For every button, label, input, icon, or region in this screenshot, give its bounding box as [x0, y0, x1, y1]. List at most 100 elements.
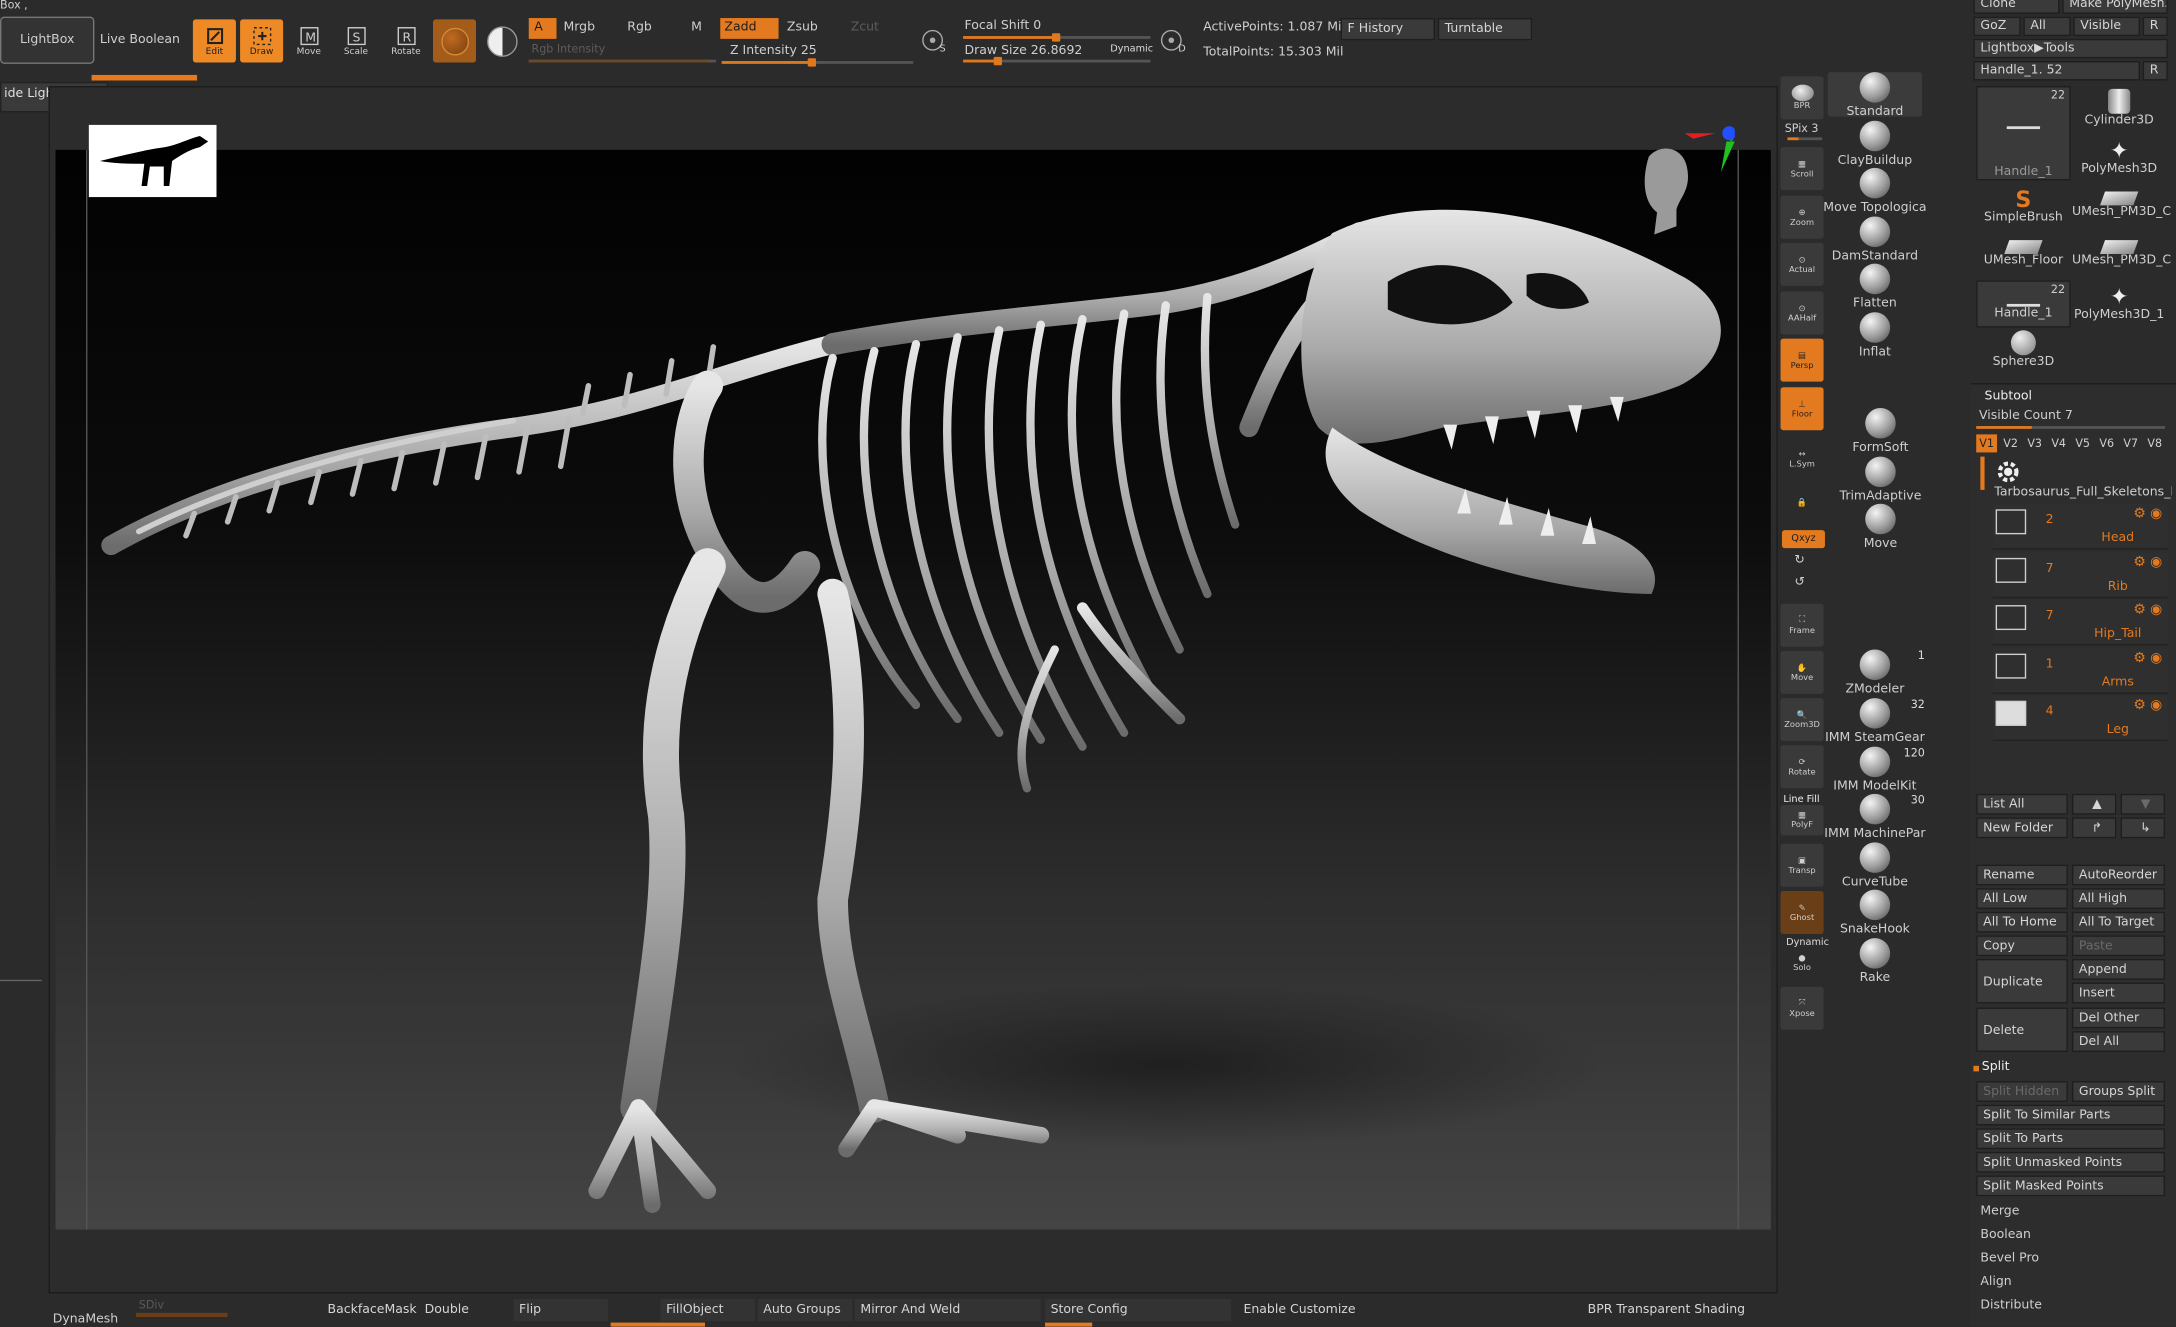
brush-claybuildup[interactable]: ClayBuildup [1819, 120, 1930, 168]
scroll-button[interactable]: ▦ Scroll [1780, 147, 1824, 191]
z-intensity-slider[interactable] [721, 58, 914, 67]
brush-trimadaptive[interactable]: TrimAdaptive [1825, 456, 1936, 504]
version-tab-v7[interactable]: V7 [2120, 434, 2141, 452]
split-masked-button[interactable]: Split Masked Points [1976, 1175, 2165, 1197]
del-all-button[interactable]: Del All [2071, 1031, 2165, 1052]
subtool-title[interactable]: Subtool [1985, 390, 2032, 404]
a-toggle[interactable]: A [528, 18, 557, 39]
actual-button[interactable]: ⊙ Actual [1780, 242, 1824, 286]
brush-imm-modelkit[interactable]: IMM ModelKit 120 [1819, 746, 1930, 794]
tool-tile-simplebrush[interactable]: S SimpleBrush [1976, 183, 2070, 230]
boolean-section[interactable]: Boolean [1980, 1228, 2031, 1242]
solo-button[interactable]: ● Solo [1781, 946, 1824, 979]
version-tab-v6[interactable]: V6 [2096, 434, 2117, 452]
tool-tile-umesh_floor[interactable]: UMesh_Floor [1976, 232, 2070, 279]
bpr-transparent-shading-button[interactable]: BPR Transparent Shading [1582, 1299, 1771, 1321]
rotate-button[interactable]: R Rotate [384, 19, 427, 62]
autoreorder-button[interactable]: AutoReorder [2071, 864, 2165, 886]
split-unmasked-button[interactable]: Split Unmasked Points [1976, 1151, 2165, 1173]
brush-imm-steamgear[interactable]: IMM SteamGear 32 [1819, 698, 1930, 745]
viewport[interactable] [55, 124, 1771, 1230]
visible-count-track[interactable] [1976, 426, 2165, 429]
xyz-button[interactable]: Qxyz [1781, 530, 1825, 549]
s-toggle[interactable]: S [920, 25, 948, 56]
spix-slider[interactable] [1787, 137, 1823, 141]
del-other-button[interactable]: Del Other [2071, 1007, 2165, 1029]
brush-zmodeler[interactable]: ZModeler 1 [1819, 649, 1930, 697]
tool-tile-sphere3d[interactable]: Sphere3D [1976, 328, 2070, 375]
move-up-icon[interactable]: ↱ [2071, 817, 2117, 839]
duplicate-button[interactable]: Duplicate [1976, 958, 2068, 1004]
move-button[interactable]: M Move [287, 19, 330, 62]
subtool-folder-rib[interactable]: 7 Rib ⚙ ◉ [1992, 551, 2168, 598]
fillobject-button[interactable]: FillObject [660, 1298, 755, 1322]
version-tab-v8[interactable]: V8 [2144, 434, 2165, 452]
flip-button[interactable]: Flip [513, 1298, 608, 1322]
append-button[interactable]: Append [2071, 958, 2165, 980]
enable-customize-button[interactable]: Enable Customize [1238, 1299, 1355, 1321]
bevel-pro-section[interactable]: Bevel Pro [1980, 1252, 2039, 1266]
move-view-button[interactable]: ✋ Move [1780, 650, 1824, 694]
axis-gizmo[interactable] [1679, 122, 1737, 178]
delete-button[interactable]: Delete [1976, 1007, 2068, 1052]
rotate-view-button[interactable]: ⟳ Rotate [1780, 745, 1824, 789]
r-button-2[interactable]: R [2142, 61, 2168, 81]
brush-snakehook[interactable]: SnakeHook [1819, 889, 1930, 937]
frame-button[interactable]: ⛶ Frame [1780, 603, 1824, 647]
visibility-eye-icon[interactable]: ⚙ ◉ [2133, 554, 2162, 569]
brush-rake[interactable]: Rake [1819, 938, 1930, 985]
lock-button[interactable]: 🔒 [1781, 486, 1824, 519]
subtool-folder-leg[interactable]: 4 Leg ⚙ ◉ [1992, 695, 2168, 742]
tool-tile-cylinder3d[interactable]: Cylinder3D [2072, 86, 2166, 133]
all-button[interactable]: All [2023, 16, 2071, 37]
backfacemask-button[interactable]: BackfaceMask [322, 1299, 417, 1321]
edit-button[interactable]: Edit [192, 19, 236, 63]
polyf-button[interactable]: ▦ PolyF [1780, 804, 1824, 836]
rotate-axis-2-icon[interactable]: ↺ [1794, 576, 1804, 590]
visibility-eye-icon[interactable]: ⚙ ◉ [2133, 507, 2162, 522]
ghost-button[interactable]: ✎ Ghost [1780, 890, 1824, 934]
tool-tile-handle_1[interactable]: Handle_1 22 [1976, 280, 2071, 328]
version-tab-v3[interactable]: V3 [2024, 434, 2045, 452]
f-history-button[interactable]: F History [1340, 18, 1435, 41]
brush-flatten[interactable]: Flatten [1819, 263, 1930, 311]
sdiv-slider-label[interactable]: SDiv [139, 1299, 164, 1311]
r-button[interactable]: R [2142, 16, 2168, 37]
split-similar-parts-button[interactable]: Split To Similar Parts [1976, 1104, 2165, 1126]
align-section[interactable]: Align [1980, 1275, 2011, 1289]
rgb-intensity-slider[interactable] [528, 59, 717, 63]
brush-move-topologica[interactable]: Move Topologica [1819, 167, 1930, 215]
clone-button[interactable]: Clone [1973, 0, 2060, 14]
all-to-home-button[interactable]: All To Home [1976, 911, 2068, 933]
all-to-target-button[interactable]: All To Target [2071, 911, 2165, 933]
store-config-button[interactable]: Store Config [1045, 1298, 1231, 1322]
goz-button[interactable]: GoZ [1973, 16, 2021, 37]
version-tab-v4[interactable]: V4 [2048, 434, 2069, 452]
make-polymesh-button[interactable]: Make PolyMesh3D [2062, 0, 2168, 14]
mirror-and-weld-button[interactable]: Mirror And Weld [854, 1298, 1041, 1322]
copy-button[interactable]: Copy [1976, 935, 2068, 957]
rename-button[interactable]: Rename [1976, 864, 2068, 886]
groups-split-button[interactable]: Groups Split [2071, 1081, 2165, 1102]
z-intensity-slider-label[interactable]: Z Intensity 25 [730, 44, 817, 58]
rgb-toggle[interactable]: Rgb [627, 21, 652, 35]
m-toggle[interactable]: M [691, 21, 702, 35]
zcut-toggle[interactable]: Zcut [851, 21, 879, 35]
insert-button[interactable]: Insert [2071, 982, 2165, 1004]
all-low-button[interactable]: All Low [1976, 888, 2068, 910]
handle-slider[interactable]: Handle_1. 52 [1973, 61, 2140, 81]
trex-skeleton-model[interactable] [56, 150, 1771, 1230]
distribute-section[interactable]: Distribute [1980, 1299, 2042, 1313]
subtool-top-item-name[interactable]: Tarbosaurus_Full_Skeletons_Re [1994, 486, 2172, 500]
paste-button[interactable]: Paste [2071, 935, 2165, 957]
brush-formsoft[interactable]: FormSoft [1825, 408, 1936, 455]
tool-tile-umesh_pm3d_c[interactable]: UMesh_PM3D_C [2072, 232, 2171, 279]
turntable-button[interactable]: Turntable [1437, 18, 1533, 41]
lightbox-tools-button[interactable]: Lightbox▶Tools [1973, 38, 2168, 59]
list-all-button[interactable]: List All [1976, 793, 2068, 815]
visible-button[interactable]: Visible [2073, 16, 2140, 37]
draw-size-slider-label[interactable]: Draw Size 26.8692 [965, 44, 1083, 58]
version-tab-v1[interactable]: V1 [1976, 434, 1998, 453]
brush-damstandard[interactable]: DamStandard [1819, 216, 1930, 264]
zoom3d-button[interactable]: 🔍 Zoom3D [1780, 698, 1824, 742]
